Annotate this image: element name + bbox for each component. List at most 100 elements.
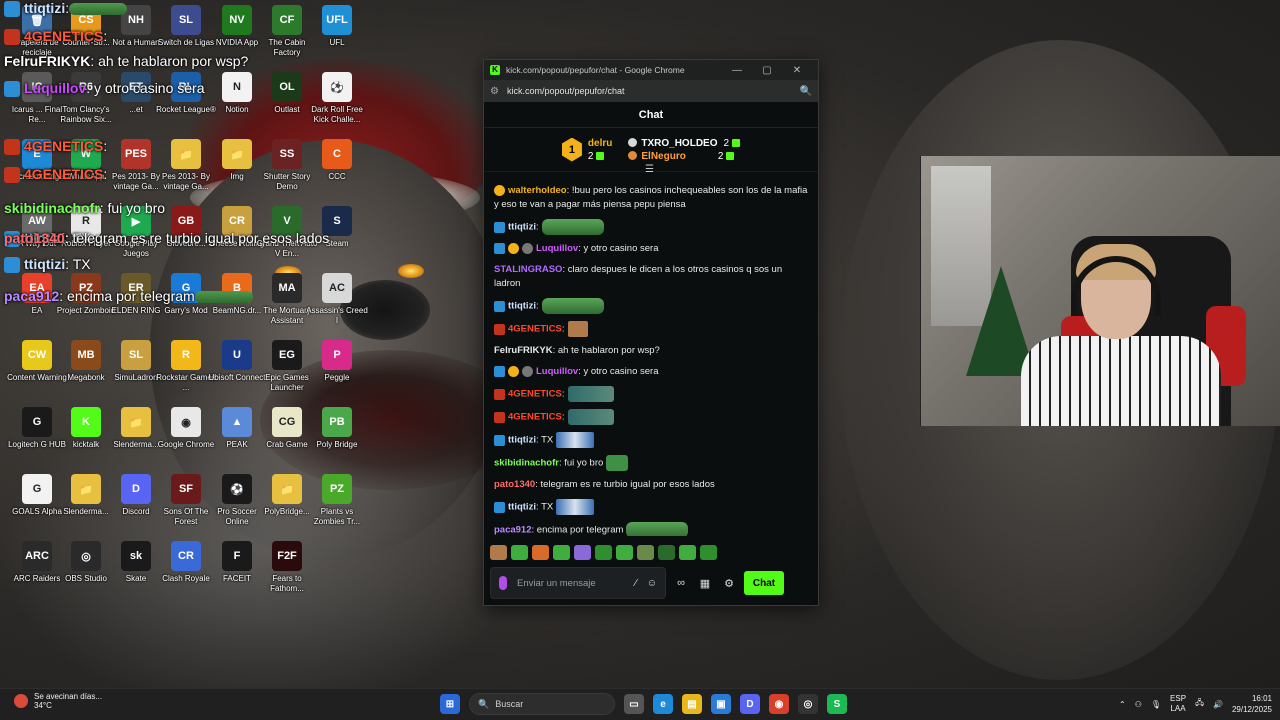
quick-emote-icon[interactable] [595, 544, 612, 560]
overlay-emote-icon [69, 3, 128, 16]
quick-emote-icon[interactable] [658, 544, 675, 560]
quick-emote-icon[interactable] [637, 544, 654, 560]
chat-message[interactable]: 4GENETICS: [494, 321, 808, 337]
tx-emote-icon [556, 432, 595, 448]
app-icon: CF [272, 5, 302, 35]
leader-2-count: 2 [723, 137, 730, 149]
mic-icon[interactable] [499, 576, 507, 590]
desktop-icon[interactable]: P Peggle [306, 340, 368, 383]
chat-message[interactable]: paca912: encima por telegram [494, 522, 808, 536]
search-icon: 🔍 [478, 698, 490, 709]
clock[interactable]: 16:01 29/12/2025 [1232, 693, 1272, 715]
gift-leaderboard[interactable]: 1 delru 2 TXRO_HOLDEO 2 ElNeguro 2 ☰ [484, 128, 818, 175]
chat-username[interactable]: 4GENETICS [508, 324, 562, 335]
quick-emote-icon[interactable] [700, 544, 717, 560]
desktop-icon[interactable]: ⚽ Dark Roll Free Kick Challe... [306, 72, 368, 125]
chat-message[interactable]: 4GENETICS: [494, 386, 808, 402]
chat-username[interactable]: ttiqtizi [508, 435, 536, 446]
chat-username[interactable]: paca912 [494, 525, 532, 536]
overlay-red-badge-icon [4, 139, 20, 156]
chat-message[interactable]: Luquillov: y otro casino sera [494, 242, 808, 256]
window-titlebar[interactable]: K kick.com/popout/pepufor/chat - Google … [484, 60, 818, 80]
desktop-icon[interactable]: AC Assassin's Creed I [306, 273, 368, 326]
chat-message[interactable]: pato1340: telegram es re turbio igual po… [494, 478, 808, 492]
network-icon[interactable]: 🖧 [1195, 697, 1204, 711]
chat-username[interactable]: 4GENETICS [508, 412, 562, 423]
chat-input-placeholder[interactable]: Enviar un mensaje [517, 578, 625, 589]
chat-message[interactable]: 4GENETICS: [494, 409, 808, 425]
minimize-button[interactable]: — [722, 65, 752, 76]
chat-username[interactable]: STALINGRASO [494, 264, 562, 275]
quick-emote-icon[interactable] [553, 544, 570, 560]
emoji-icon[interactable]: ☺ [647, 578, 657, 589]
chrome-icon[interactable]: ◉ [769, 694, 789, 714]
obs-icon[interactable]: ◎ [798, 694, 818, 714]
task-view-icon[interactable]: ▭ [624, 694, 644, 714]
volume-icon[interactable]: 🔊 [1213, 700, 1223, 709]
desktop-icon[interactable]: F2F Fears to Fathom... [256, 541, 318, 594]
chat-username[interactable]: FelruFRIKYK [494, 345, 553, 356]
chat-message[interactable]: ttiqtizi: [494, 298, 808, 314]
chat-username[interactable]: ttiqtizi [508, 222, 536, 233]
weather-widget[interactable]: Se avecinan días... 34°C [14, 692, 102, 710]
weather-alert-icon [14, 694, 28, 708]
collapse-leaderboard-icon[interactable]: ☰ [645, 164, 654, 175]
tray-app-icon[interactable]: ⚇ [1135, 700, 1142, 709]
discord-icon[interactable]: D [740, 694, 760, 714]
desktop-icon[interactable]: PZ Plants vs Zombies Tr... [306, 474, 368, 527]
store-icon[interactable]: ▦ [696, 577, 714, 590]
quick-emote-icon[interactable] [511, 544, 528, 560]
zoom-icon[interactable]: 🔍 [800, 86, 812, 97]
chat-username[interactable]: ttiqtizi [508, 301, 536, 312]
send-chat-button[interactable]: Chat [744, 571, 784, 595]
site-info-icon[interactable]: ⚙ [490, 86, 499, 97]
chat-username[interactable]: Luquillov [536, 243, 578, 254]
quick-emote-icon[interactable] [490, 544, 507, 560]
chat-username[interactable]: skibidinachofr [494, 458, 559, 469]
quick-emote-icon[interactable] [616, 544, 633, 560]
overlay-username: Luquillov [24, 80, 87, 96]
chat-username[interactable]: walterholdeo [508, 185, 567, 196]
spotify-icon[interactable]: S [827, 694, 847, 714]
app-icon: SS [272, 139, 302, 169]
quick-emote-icon[interactable] [532, 544, 549, 560]
desktop-icon[interactable]: C CCC [306, 139, 368, 182]
chat-message[interactable]: walterholdeo: !buu pero los casinos inch… [494, 184, 808, 212]
chat-message[interactable]: ttiqtizi: TX [494, 432, 808, 448]
store-app-icon[interactable]: ▣ [711, 694, 731, 714]
microphone-icon[interactable]: 🎙 [1151, 700, 1161, 709]
commands-icon[interactable]: ⁄ [635, 578, 637, 589]
chat-message-text: : [561, 388, 565, 400]
settings-gear-icon[interactable]: ⚙ [720, 577, 738, 590]
chat-message[interactable]: FelruFRIKYK: ah te hablaron por wsp? [494, 344, 808, 358]
tray-chevron-icon[interactable]: ⌃ [1119, 700, 1126, 709]
chat-message[interactable]: Luquillov: y otro casino sera [494, 365, 808, 379]
chat-username[interactable]: Luquillov [536, 366, 578, 377]
chat-message-text: : telegram es re turbio igual por esos l… [535, 479, 715, 490]
quick-emote-icon[interactable] [679, 544, 696, 560]
chat-username[interactable]: pato1340 [494, 479, 535, 490]
language-indicator[interactable]: ESP LAA [1170, 694, 1186, 714]
quick-emote-icon[interactable] [574, 544, 591, 560]
desktop-icon[interactable]: UFL UFL [306, 5, 368, 48]
chat-message[interactable]: ttiqtizi: TX [494, 499, 808, 515]
leader-3-name: ElNeguro [641, 150, 686, 162]
close-button[interactable]: ✕ [782, 65, 812, 76]
address-bar[interactable]: ⚙ kick.com/popout/pepufor/chat 🔍 [484, 80, 818, 102]
chat-message[interactable]: STALINGRASO: claro despues le dicen a lo… [494, 263, 808, 291]
chat-message[interactable]: skibidinachofr: fui yo bro [494, 455, 808, 471]
start-button-icon[interactable]: ⊞ [440, 694, 460, 714]
chat-message[interactable]: ttiqtizi: [494, 219, 808, 235]
file-explorer-icon[interactable]: ▤ [682, 694, 702, 714]
app-icon: SL [121, 340, 151, 370]
chat-username[interactable]: 4GENETICS [508, 389, 562, 400]
edge-icon[interactable]: e [653, 694, 673, 714]
taskbar-search[interactable]: 🔍 Buscar [469, 693, 615, 715]
url-text[interactable]: kick.com/popout/pepufor/chat [507, 86, 800, 96]
app-icon: K [71, 407, 101, 437]
maximize-button[interactable]: ▢ [752, 65, 782, 76]
desktop-icon[interactable]: PB Poly Bridge [306, 407, 368, 450]
chat-username[interactable]: ttiqtizi [508, 502, 536, 513]
chat-input[interactable]: Enviar un mensaje ⁄ ☺ [490, 567, 666, 599]
rewards-icon[interactable]: ∞ [672, 577, 690, 589]
